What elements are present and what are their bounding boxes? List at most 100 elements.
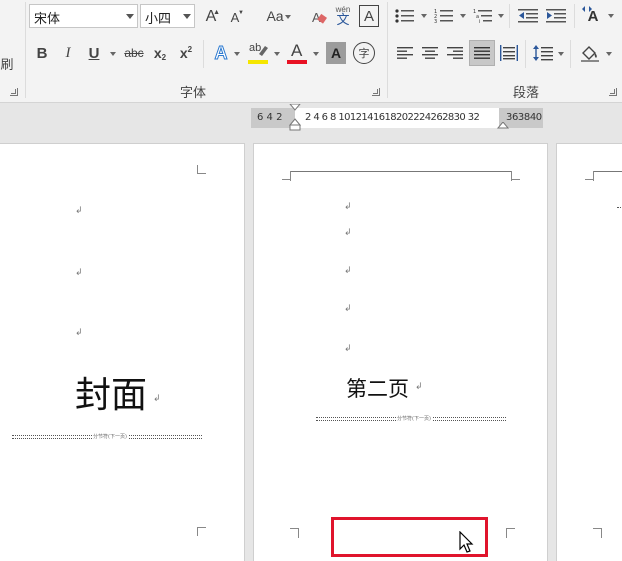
ribbon-separator — [570, 40, 571, 68]
font-name-combo[interactable]: 宋体 — [29, 4, 138, 28]
strikethrough-button[interactable]: abc — [121, 42, 147, 64]
double-arrow-icon — [582, 6, 592, 12]
paragraph-dialog-launcher-icon[interactable] — [609, 88, 617, 96]
shading-button[interactable] — [578, 42, 602, 64]
font-group-label: 字体 — [180, 86, 207, 101]
paragraph-mark: ↲ — [75, 206, 83, 216]
margin-corner-mark — [506, 528, 515, 529]
ruler-right-numbers: 2 4 6 8 1012141618202224262830 32 — [305, 112, 480, 123]
font-size-combo[interactable]: 小四 — [140, 4, 195, 28]
margin-corner-mark — [511, 179, 520, 180]
highlight-color-bar — [248, 60, 268, 64]
underline-dropdown-icon[interactable] — [110, 52, 116, 56]
decrease-indent-icon — [518, 9, 538, 23]
chevron-down-icon[interactable] — [126, 14, 134, 19]
numbering-button[interactable]: 1 2 3 — [432, 5, 456, 27]
align-center-button[interactable] — [419, 43, 441, 63]
ribbon-separator — [25, 2, 26, 98]
text-effect-dropdown-icon[interactable] — [234, 52, 240, 56]
underline-button[interactable]: U — [84, 42, 104, 64]
superscript-button[interactable]: x2 — [176, 42, 196, 64]
highlight-dropdown-icon[interactable] — [274, 52, 280, 56]
paragraph-mark: ↲ — [344, 266, 352, 276]
chevron-down-icon — [285, 15, 291, 19]
align-left-button[interactable] — [394, 43, 416, 63]
shrink-font-button[interactable]: A ▼ — [225, 6, 245, 28]
chinese-layout-dropdown-icon[interactable] — [608, 14, 614, 18]
marker-icon — [259, 46, 268, 56]
svg-text:i: i — [479, 19, 480, 24]
text-effect-button[interactable]: A — [210, 41, 232, 65]
bullets-dropdown-icon[interactable] — [421, 14, 427, 18]
numbering-dropdown-icon[interactable] — [460, 14, 466, 18]
chinese-layout-button[interactable]: A — [580, 5, 606, 27]
character-border-button[interactable]: A — [359, 5, 379, 27]
font-dialog-launcher-icon[interactable] — [372, 88, 380, 96]
align-left-icon — [397, 47, 413, 59]
paragraph-group-label: 段落 — [513, 86, 540, 101]
character-shading-button[interactable]: A — [326, 42, 346, 64]
increase-indent-button[interactable] — [544, 5, 568, 27]
subscript-button[interactable]: x2 — [150, 42, 170, 64]
justify-button[interactable] — [469, 40, 495, 66]
paragraph-mark: ↲ — [344, 202, 352, 212]
ruler-left-numbers: 6 4 2 — [257, 112, 283, 123]
enclose-characters-button[interactable]: 字 — [353, 42, 375, 64]
grow-font-button[interactable]: A ▲ — [201, 6, 221, 28]
paint-bucket-icon — [581, 46, 599, 62]
caret-up-icon: ▲ — [213, 9, 220, 16]
horizontal-ruler[interactable]: 6 4 2 2 4 6 8 1012141618202224262830 32 … — [251, 104, 543, 131]
character-border-label: A — [363, 7, 374, 25]
cover-title[interactable]: 封面 — [75, 366, 147, 418]
line-spacing-button[interactable] — [531, 42, 555, 64]
header-line — [290, 171, 512, 172]
paragraph-mark: ↲ — [75, 328, 83, 338]
bold-button[interactable]: B — [32, 42, 52, 64]
justify-icon — [474, 47, 490, 59]
phonetic-guide-button[interactable]: wén 文 — [333, 3, 353, 29]
multilevel-dropdown-icon[interactable] — [498, 14, 504, 18]
page-three[interactable] — [556, 143, 622, 561]
bullets-button[interactable] — [393, 5, 417, 27]
margin-corner-mark — [197, 527, 206, 536]
page-two[interactable]: ↲ ↲ ↲ ↲ ↲ 第二页 ↲ 分节符(下一页) — [253, 143, 548, 561]
page-cover[interactable]: ↲ ↲ ↲ 封面 ↲ 分节符(下一页) — [0, 143, 245, 561]
margin-corner-mark — [282, 179, 291, 180]
section-break-label: 分节符(下一页) — [396, 415, 432, 422]
font-color-label: A — [291, 41, 303, 60]
change-case-button[interactable]: Aa — [258, 5, 292, 27]
shading-dropdown-icon[interactable] — [606, 52, 612, 56]
right-indent-marker-icon[interactable] — [497, 122, 509, 132]
ribbon-separator — [203, 40, 204, 68]
ribbon-separator — [525, 40, 526, 68]
word-window: 刷 宋体 小四 A ▲ A ▼ Aa A wén 文 A B I U abc x… — [0, 0, 622, 561]
multilevel-list-icon: 1 a i — [473, 9, 492, 24]
chevron-down-icon[interactable] — [183, 14, 191, 19]
font-color-bar — [287, 60, 307, 64]
phonetic-char: 文 — [336, 12, 350, 28]
line-spacing-dropdown-icon[interactable] — [558, 52, 564, 56]
header-line — [593, 171, 622, 172]
multilevel-list-button[interactable]: 1 a i — [471, 5, 495, 27]
clipboard-launcher-icon[interactable] — [10, 88, 18, 96]
numbered-list-icon: 1 2 3 — [434, 9, 453, 24]
decrease-indent-button[interactable] — [516, 5, 540, 27]
font-size-value: 小四 — [145, 12, 172, 27]
page-two-title[interactable]: 第二页 — [346, 373, 409, 403]
align-center-icon — [422, 47, 438, 59]
paragraph-mark: ↲ — [344, 228, 352, 238]
highlight-button[interactable]: ab — [245, 41, 271, 65]
align-right-button[interactable] — [444, 43, 466, 63]
clear-format-button[interactable]: A — [309, 6, 329, 28]
section-break-label: 分节符(下一页) — [92, 433, 128, 440]
change-case-label: Aa — [266, 8, 284, 24]
font-color-dropdown-icon[interactable] — [313, 52, 319, 56]
superscript-x: x — [179, 45, 188, 61]
indent-marker-icon[interactable] — [289, 104, 301, 132]
font-color-button[interactable]: A — [285, 41, 309, 65]
distributed-button[interactable] — [498, 43, 520, 63]
format-painter-button[interactable]: 刷 — [0, 52, 14, 74]
italic-button[interactable]: I — [58, 42, 78, 64]
paragraph-mark: ↲ — [75, 268, 83, 278]
margin-corner-mark — [601, 528, 602, 538]
